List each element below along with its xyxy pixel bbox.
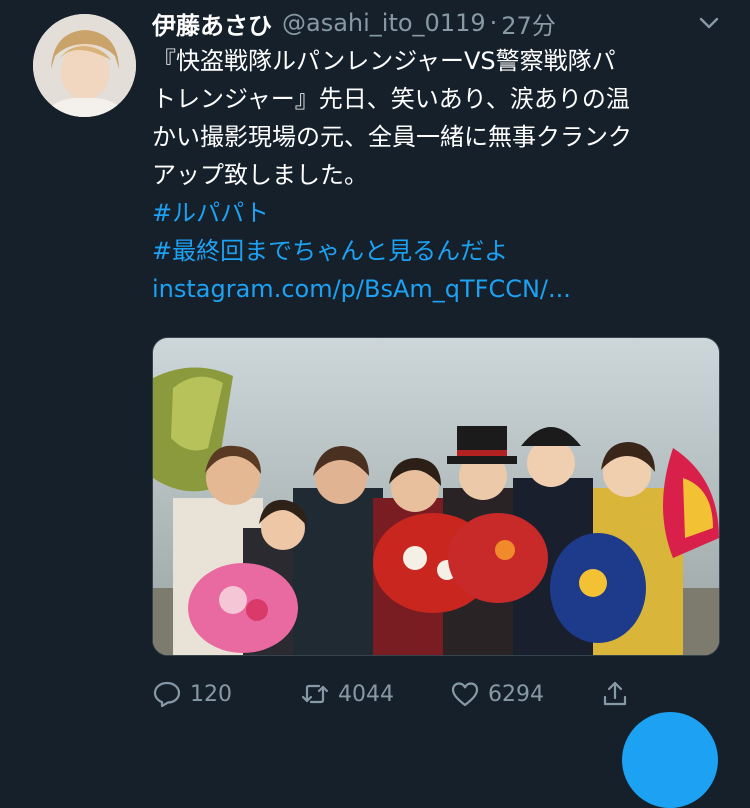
author-name[interactable]: 伊藤あさひ	[152, 6, 272, 41]
instagram-link[interactable]: instagram.com/p/BsAm_qTFCCN/...	[152, 270, 571, 308]
separator-dot: ·	[489, 9, 498, 37]
reply-icon	[153, 681, 181, 708]
group-photo	[153, 338, 719, 655]
share-icon	[603, 681, 627, 706]
tweet-links: #ルパパト #最終回までちゃんと見るんだよ instagram.com/p/Bs…	[152, 194, 571, 308]
tweet-photo[interactable]	[152, 337, 720, 656]
reply-count: 120	[190, 681, 232, 707]
like-count: 6294	[488, 681, 544, 707]
retweet-count: 4044	[338, 681, 394, 707]
hashtag-final-episode[interactable]: #最終回までちゃんと見るんだよ	[152, 232, 571, 270]
retweet-icon	[301, 684, 329, 704]
reply-button[interactable]: 120	[152, 674, 232, 714]
tweet-header: 伊藤あさひ @asahi_ito_0119 · 27分	[152, 6, 556, 40]
hashtag-lupapato[interactable]: #ルパパト	[152, 194, 571, 232]
tweet-text-line: 『快盗戦隊ルパンレンジャーVS警察戦隊パ	[152, 47, 616, 75]
avatar[interactable]	[33, 14, 136, 117]
share-button[interactable]	[600, 674, 638, 714]
like-icon	[451, 682, 479, 707]
avatar-photo	[33, 14, 136, 117]
tweet-actions: 120 4044 6294	[152, 674, 652, 714]
tweet-text: 『快盗戦隊ルパンレンジャーVS警察戦隊パ トレンジャー』先日、笑いあり、涙ありの…	[152, 42, 727, 194]
author-handle[interactable]: @asahi_ito_0119	[282, 9, 486, 37]
tweet-text-line: アップ致しました。	[152, 161, 368, 189]
tweet-text-line: かい撮影現場の元、全員一緒に無事クランク	[152, 123, 632, 151]
like-button[interactable]: 6294	[450, 674, 544, 714]
compose-fab[interactable]	[622, 712, 718, 808]
timestamp[interactable]: 27分	[501, 6, 556, 41]
chevron-down-icon[interactable]	[696, 10, 722, 36]
tweet-text-line: トレンジャー』先日、笑いあり、涙ありの温	[152, 85, 630, 113]
tweet[interactable]: 伊藤あさひ @asahi_ito_0119 · 27分 『快盗戦隊ルパンレンジャ…	[0, 0, 750, 808]
retweet-button[interactable]: 4044	[300, 674, 394, 714]
